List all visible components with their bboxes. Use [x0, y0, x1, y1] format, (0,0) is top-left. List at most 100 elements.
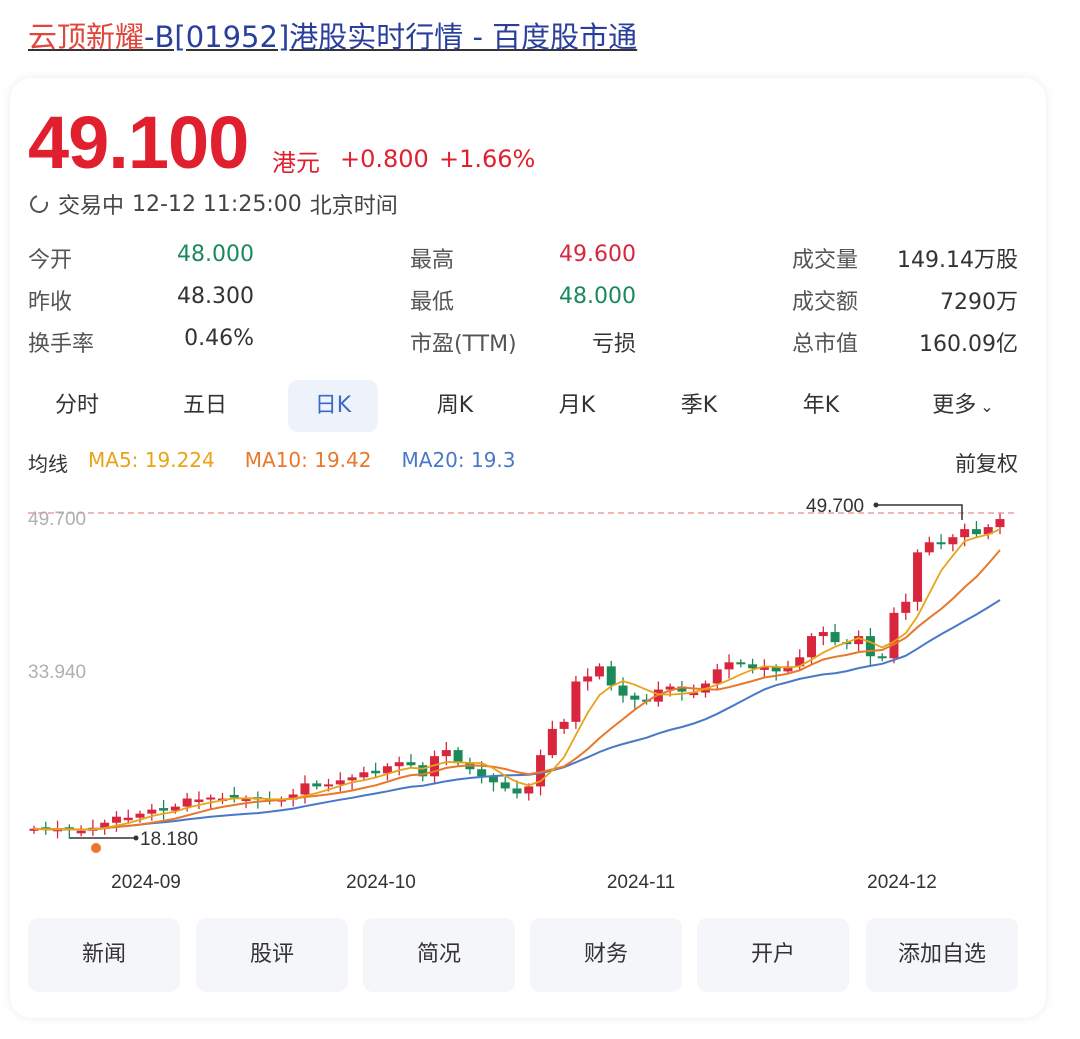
- kline-chart[interactable]: 49.700 33.940 49.700 18.180 2024-09 2024…: [0, 490, 1080, 900]
- candle-body: [394, 762, 404, 767]
- candle-body: [500, 782, 510, 789]
- candle-body: [924, 542, 934, 553]
- period-tabs: 分时 五日 日K 周K 月K 季K 年K 更多 ⌄: [28, 380, 1018, 432]
- timezone-label: 北京时间: [309, 194, 398, 219]
- chevron-down-icon: ⌄: [980, 397, 994, 416]
- metric-pe-value: 亏损: [591, 332, 636, 357]
- add-watchlist-button[interactable]: 添加自选: [866, 918, 1018, 992]
- candle-body: [194, 799, 204, 803]
- candle-body: [748, 664, 758, 669]
- candle-body: [583, 676, 593, 682]
- candle-body: [76, 830, 86, 834]
- candle-body: [865, 636, 875, 657]
- page-title-stock-name[interactable]: 云顶新耀: [28, 20, 144, 54]
- stock-review-button[interactable]: 股评: [196, 918, 348, 992]
- candle-body: [182, 798, 192, 807]
- price-adjust-toggle[interactable]: 前复权: [955, 448, 1018, 478]
- candle-body: [606, 666, 616, 686]
- trading-status: 交易中: [58, 194, 125, 219]
- candle-body: [630, 695, 640, 700]
- candle-body: [889, 612, 899, 659]
- candle-body: [147, 809, 157, 814]
- candle-body: [736, 662, 746, 665]
- candle-body: [724, 662, 734, 670]
- x-tick-sep: 2024-09: [111, 872, 181, 893]
- price-change: +0.800: [340, 145, 429, 173]
- candle-body: [441, 750, 451, 757]
- tab-daily-k[interactable]: 日K: [288, 380, 378, 432]
- metric-low-value: 48.000: [559, 284, 636, 309]
- candle-body: [594, 666, 604, 677]
- candle-body: [948, 537, 958, 545]
- metric-prev-close-value: 48.300: [177, 284, 254, 309]
- candle-body: [559, 721, 569, 729]
- metric-open-value: 48.000: [177, 242, 254, 267]
- tab-monthly-k[interactable]: 月K: [528, 380, 626, 432]
- candle-body: [159, 808, 169, 811]
- candle-body: [913, 552, 923, 602]
- candle-body: [547, 728, 557, 756]
- x-tick-dec: 2024-12: [867, 872, 937, 893]
- page-title-rest[interactable]: -B[01952]港股实时行情 - 百度股市通: [144, 20, 637, 54]
- candle-body: [206, 797, 216, 800]
- candle-body: [818, 632, 828, 637]
- tab-more-label: 更多: [932, 393, 977, 418]
- metric-high-label: 最高: [410, 248, 455, 273]
- metric-pe-label: 市盈(TTM): [410, 332, 517, 357]
- clock-icon: [26, 191, 52, 217]
- ma5-value: MA5: 19.224: [88, 448, 215, 472]
- high-marker-dot: [873, 502, 879, 508]
- candle-body: [618, 685, 628, 696]
- candle-body: [571, 681, 581, 722]
- finance-button[interactable]: 财务: [530, 918, 682, 992]
- high-marker-label: 49.700: [806, 496, 864, 517]
- metric-turnover-value: 7290万: [940, 290, 1018, 315]
- candle-body: [771, 667, 781, 672]
- candle-body: [111, 816, 121, 823]
- candle-body: [123, 817, 133, 821]
- trading-status-row: 交易中 12-12 11:25:00 北京时间: [26, 188, 398, 220]
- metric-market-cap-label: 总市值: [792, 332, 859, 357]
- candle-body: [371, 770, 381, 774]
- candle-body: [960, 529, 970, 538]
- candle-body: [807, 636, 817, 658]
- tab-yearly-k[interactable]: 年K: [772, 380, 870, 432]
- low-marker-dot: [133, 835, 139, 841]
- candles-group: [29, 513, 1005, 839]
- ma-label: 均线: [28, 452, 68, 476]
- overview-button[interactable]: 简况: [363, 918, 515, 992]
- candle-body: [335, 780, 345, 785]
- page-title[interactable]: 云顶新耀-B[01952]港股实时行情 - 百度股市通: [28, 14, 637, 56]
- tab-weekly-k[interactable]: 周K: [406, 380, 504, 432]
- metric-turnover-rate-label: 换手率: [28, 332, 95, 357]
- metric-prev-close-label: 昨收: [28, 290, 73, 315]
- event-dot: [91, 843, 101, 853]
- news-button[interactable]: 新闻: [28, 918, 180, 992]
- candle-body: [936, 542, 946, 545]
- price-unit: 港元: [272, 149, 320, 177]
- tab-five-day[interactable]: 五日: [156, 380, 254, 432]
- tab-intraday[interactable]: 分时: [28, 380, 126, 432]
- metric-turnover-rate-value: 0.46%: [184, 326, 254, 351]
- metric-volume-label: 成交量: [792, 248, 859, 273]
- candle-body: [406, 762, 416, 766]
- candle-body: [359, 772, 369, 778]
- ma10-value: MA10: 19.42: [244, 448, 372, 472]
- candle-body: [712, 669, 722, 684]
- candle-body: [830, 632, 840, 643]
- x-tick-oct: 2024-10: [346, 872, 416, 893]
- open-account-button[interactable]: 开户: [697, 918, 849, 992]
- candle-body: [877, 656, 887, 659]
- candle-body: [453, 750, 463, 764]
- tab-more[interactable]: 更多 ⌄: [908, 380, 1018, 432]
- candle-body: [477, 769, 487, 777]
- ma20-value: MA20: 19.3: [401, 448, 516, 472]
- candle-body: [229, 794, 239, 798]
- tab-quarterly-k[interactable]: 季K: [650, 380, 748, 432]
- candle-body: [995, 519, 1005, 528]
- quote-time: 12-12 11:25:00: [132, 191, 302, 217]
- metric-market-cap-value: 160.09亿: [919, 332, 1018, 357]
- candle-body: [312, 783, 322, 787]
- metric-volume-value: 149.14万股: [897, 248, 1018, 273]
- metric-open-label: 今开: [28, 248, 73, 273]
